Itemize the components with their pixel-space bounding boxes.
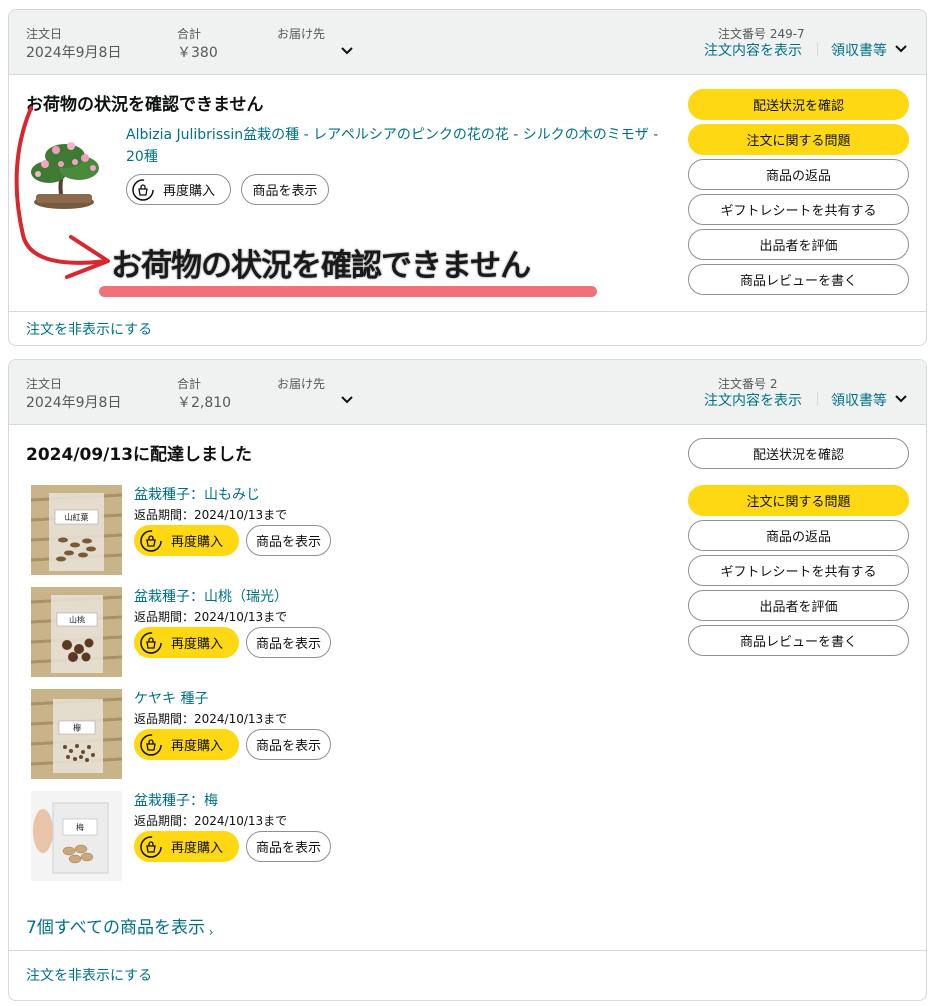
return-window: 返品期間：2024/10/13まで (134, 814, 288, 828)
total-value: ￥2,810 (177, 395, 232, 411)
order-date-label: 注文日 (26, 27, 63, 41)
receipt-link[interactable]: 領収書等 (831, 390, 887, 410)
return-item-button[interactable]: 商品の返品 (688, 520, 909, 551)
header-divider (817, 392, 818, 406)
delivery-status: 2024/09/13に配達しました (26, 445, 253, 465)
view-product-label: 商品を表示 (255, 841, 321, 856)
view-product-button[interactable]: 商品を表示 (241, 174, 329, 205)
rebuy-label: 再度購入 (171, 535, 224, 550)
product-title[interactable]: 盆栽種子：山桃（瑞光） (134, 586, 288, 608)
show-all-items-link[interactable]: 7個すべての商品を表示 › (26, 913, 214, 939)
order-problem-button[interactable]: 注文に関する問題 (688, 485, 909, 516)
chevron-down-icon[interactable] (894, 44, 908, 54)
receipt-link[interactable]: 領収書等 (831, 40, 887, 60)
product-title[interactable]: 盆栽種子：山もみじ (134, 484, 260, 506)
write-review-button[interactable]: 商品レビューを書く (688, 264, 909, 295)
return-window: 返品期間：2024/10/13まで (134, 610, 288, 624)
share-gift-receipt-button[interactable]: ギフトレシートを共有する (688, 555, 909, 586)
rebuy-label: 再度購入 (171, 637, 224, 652)
order-card: 注文日 2024年9月8日 合計 ￥380 お届け先 注文番号 249-7 注文… (8, 9, 927, 346)
seed-tag: 山紅葉 (65, 512, 89, 522)
annotation-arrow-icon (14, 106, 110, 279)
rebuy-icon (131, 178, 155, 202)
hide-order-link[interactable]: 注文を非表示にする (26, 965, 152, 985)
share-gift-receipt-button[interactable]: ギフトレシートを共有する (688, 194, 909, 225)
product-title[interactable]: Albizia Julibrissin盆栽の種 - レアペルシアのピンクの花の花… (126, 124, 671, 168)
order-header: 注文日 2024年9月8日 合計 ￥2,810 お届け先 注文番号 2 注文内容… (9, 360, 926, 425)
order-details-link[interactable]: 注文内容を表示 (704, 40, 802, 60)
write-review-button[interactable]: 商品レビューを書く (688, 625, 909, 656)
chevron-right-icon: › (204, 925, 214, 939)
track-package-button[interactable]: 配送状況を確認 (688, 438, 909, 469)
track-package-button[interactable]: 配送状況を確認 (688, 89, 909, 120)
rebuy-button[interactable]: 再度購入 (134, 831, 239, 862)
product-image[interactable]: 山紅葉 (31, 485, 122, 575)
rebuy-icon (139, 631, 163, 655)
product-title-link[interactable]: ケヤキ 種子 (134, 691, 208, 707)
product-title[interactable]: 盆栽種子：梅 (134, 790, 218, 812)
product-image[interactable]: 欅 (31, 689, 122, 779)
view-product-button[interactable]: 商品を表示 (246, 729, 331, 760)
header-divider (817, 42, 818, 56)
rate-seller-button[interactable]: 出品者を評価 (688, 590, 909, 621)
annotation-underline (99, 286, 597, 297)
product-title-link[interactable]: 盆栽種子：梅 (134, 793, 218, 809)
order-footer: 注文を非表示にする (9, 311, 926, 345)
rebuy-button[interactable]: 再度購入 (134, 525, 239, 556)
chevron-down-icon[interactable] (340, 46, 354, 56)
hide-order-link[interactable]: 注文を非表示にする (26, 319, 152, 339)
seed-tag: 欅 (73, 724, 81, 733)
show-all-items-label: 7個すべての商品を表示 (26, 918, 205, 938)
rebuy-button[interactable]: 再度購入 (134, 729, 239, 760)
view-product-label: 商品を表示 (252, 184, 318, 199)
ship-to-label: お届け先 (277, 377, 326, 391)
product-title-link[interactable]: Albizia Julibrissin盆栽の種 - レアペルシアのピンクの花の花… (126, 127, 658, 165)
annotation-text: お荷物の状況を確認できません (111, 248, 531, 284)
chevron-down-icon[interactable] (340, 395, 354, 405)
rebuy-label: 再度購入 (171, 739, 224, 754)
order-date: 2024年9月8日 (26, 45, 122, 61)
view-product-button[interactable]: 商品を表示 (246, 627, 331, 658)
order-footer: 注文を非表示にする (9, 950, 926, 1000)
product-image[interactable]: 山桃 (31, 587, 122, 677)
rebuy-button[interactable]: 再度購入 (126, 174, 231, 205)
order-date: 2024年9月8日 (26, 395, 122, 411)
rebuy-label: 再度購入 (171, 841, 224, 856)
product-title-link[interactable]: 盆栽種子：山桃（瑞光） (134, 589, 288, 605)
product-title[interactable]: ケヤキ 種子 (134, 688, 208, 710)
order-card: 注文日 2024年9月8日 合計 ￥2,810 お届け先 注文番号 2 注文内容… (8, 359, 927, 1001)
product-title-link[interactable]: 盆栽種子：山もみじ (134, 487, 260, 503)
return-window: 返品期間：2024/10/13まで (134, 508, 288, 522)
rebuy-label: 再度購入 (163, 184, 216, 199)
rate-seller-button[interactable]: 出品者を評価 (688, 229, 909, 260)
rebuy-icon (139, 733, 163, 757)
total-value: ￥380 (177, 45, 218, 61)
order-date-label: 注文日 (26, 377, 63, 391)
product-image[interactable]: 梅 (31, 791, 122, 881)
order-header: 注文日 2024年9月8日 合計 ￥380 お届け先 注文番号 249-7 注文… (9, 10, 926, 75)
view-product-label: 商品を表示 (255, 535, 321, 550)
chevron-down-icon[interactable] (894, 394, 908, 404)
view-product-label: 商品を表示 (255, 637, 321, 652)
rebuy-button[interactable]: 再度購入 (134, 627, 239, 658)
rebuy-icon (139, 529, 163, 553)
ship-to-label: お届け先 (277, 27, 326, 41)
order-problem-button[interactable]: 注文に関する問題 (688, 124, 909, 155)
view-product-button[interactable]: 商品を表示 (246, 831, 331, 862)
total-label: 合計 (177, 377, 202, 391)
return-item-button[interactable]: 商品の返品 (688, 159, 909, 190)
view-product-button[interactable]: 商品を表示 (246, 525, 331, 556)
rebuy-icon (139, 835, 163, 859)
total-label: 合計 (177, 27, 202, 41)
seed-tag: 山桃 (69, 615, 85, 625)
seed-tag: 梅 (76, 822, 84, 832)
view-product-label: 商品を表示 (255, 739, 321, 754)
order-details-link[interactable]: 注文内容を表示 (704, 390, 802, 410)
return-window: 返品期間：2024/10/13まで (134, 712, 288, 726)
